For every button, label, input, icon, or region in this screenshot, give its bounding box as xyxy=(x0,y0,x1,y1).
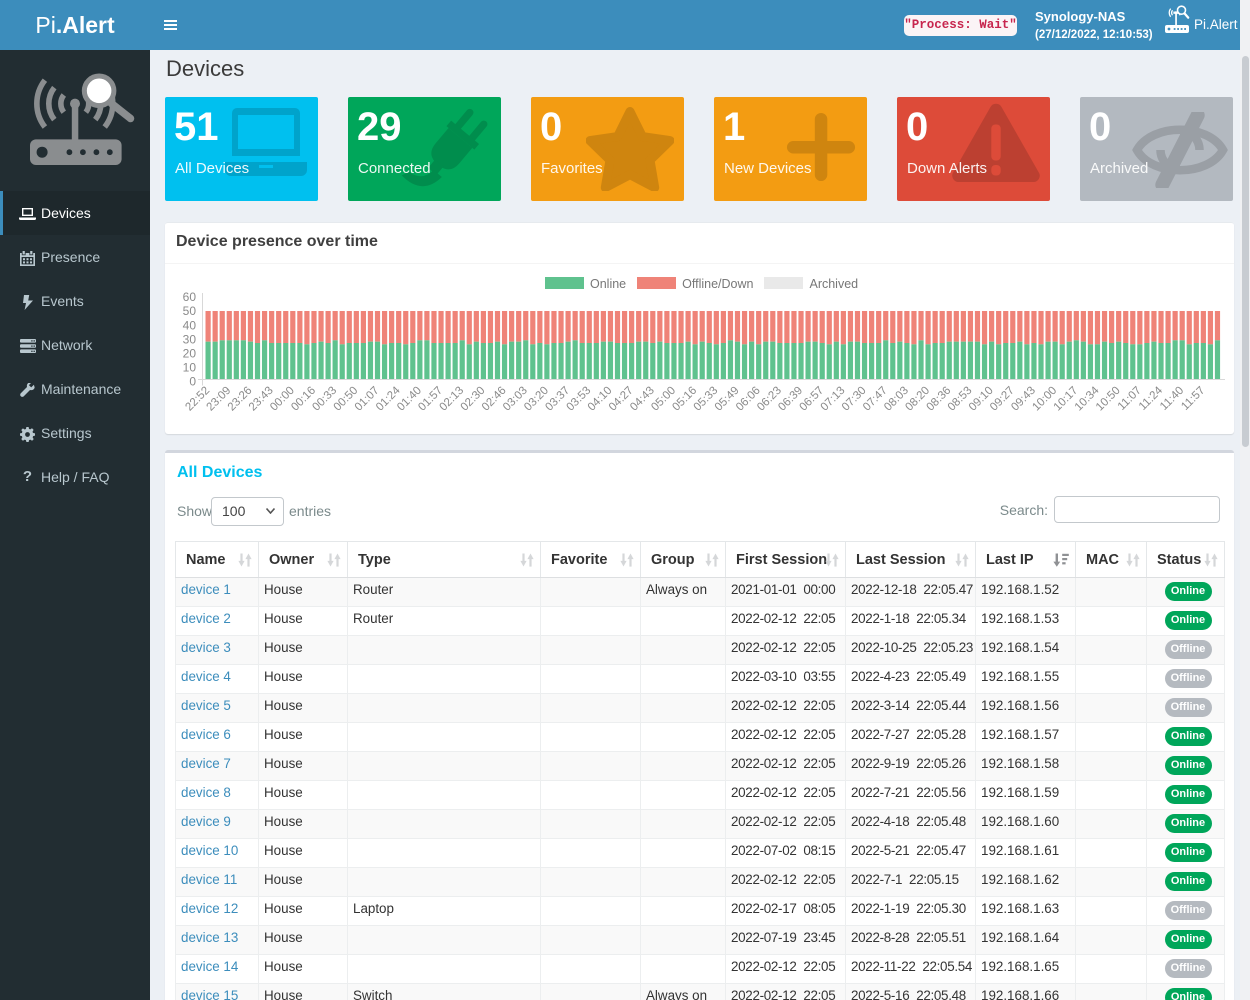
svg-text:11:40: 11:40 xyxy=(1158,385,1186,413)
svg-text:40: 40 xyxy=(183,318,197,332)
svg-text:10: 10 xyxy=(183,361,197,375)
svg-text:11:07: 11:07 xyxy=(1116,385,1144,413)
svg-text:60: 60 xyxy=(183,290,197,304)
svg-text:0: 0 xyxy=(189,375,196,389)
svg-text:30: 30 xyxy=(183,332,197,346)
svg-text:20: 20 xyxy=(183,347,197,361)
svg-text:10:50: 10:50 xyxy=(1094,385,1123,414)
svg-text:50: 50 xyxy=(183,304,197,318)
svg-text:11:57: 11:57 xyxy=(1179,385,1207,413)
